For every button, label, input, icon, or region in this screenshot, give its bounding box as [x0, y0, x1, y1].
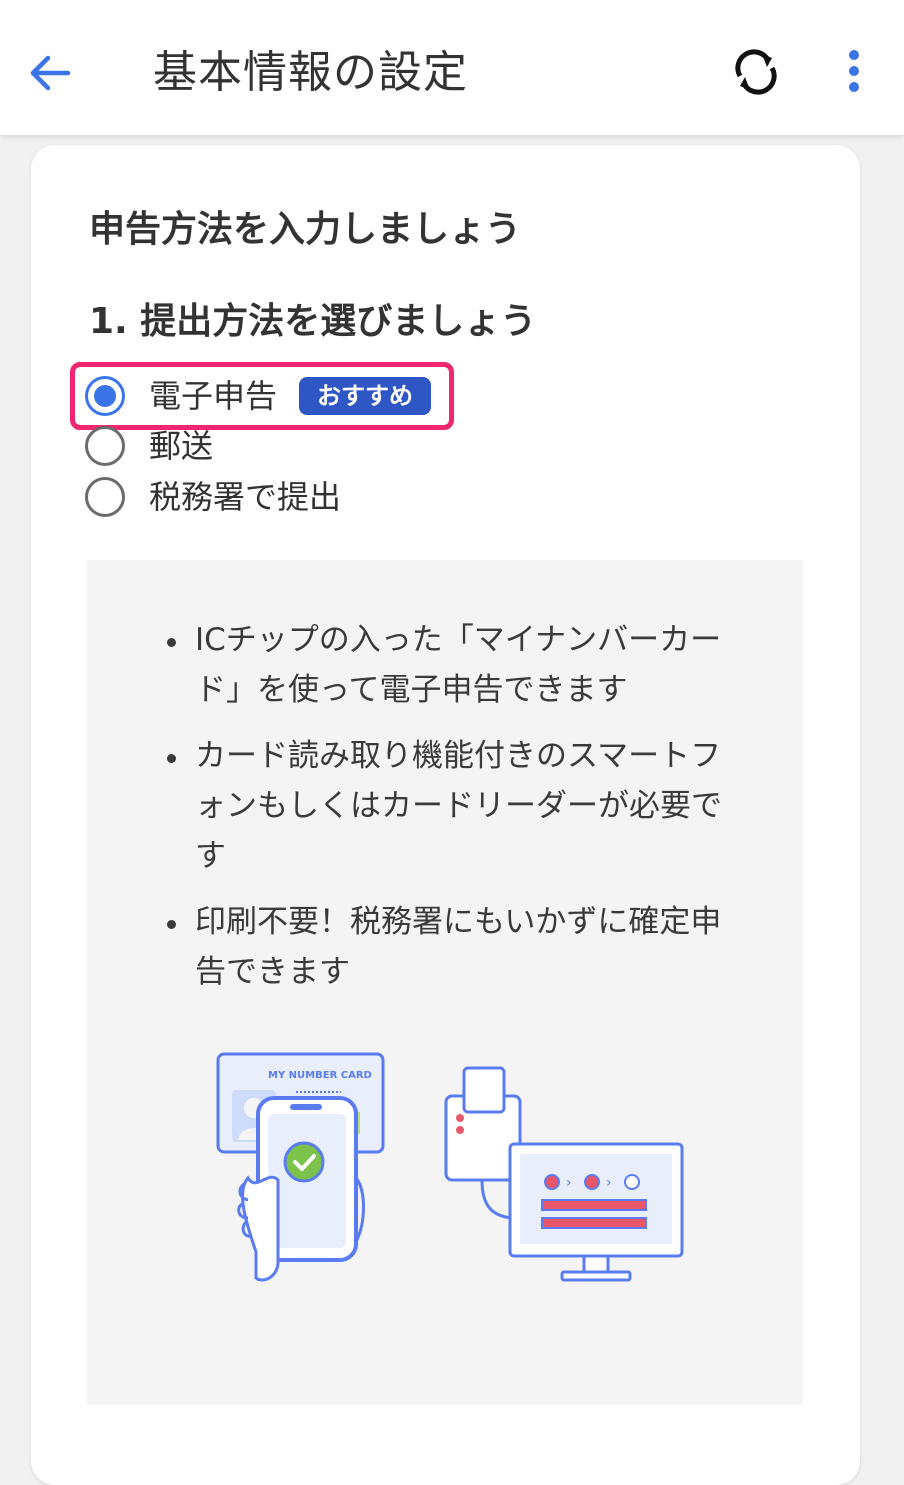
radio-button[interactable] — [85, 426, 125, 466]
info-panel: ICチップの入った「マイナンバーカード」を使って電子申告できます カード読み取り… — [87, 560, 803, 1405]
radio-option-mail[interactable]: 郵送 — [85, 423, 213, 469]
card-heading: 申告方法を入力しましょう — [89, 209, 522, 250]
radio-option-tax-office[interactable]: 税務署で提出 — [85, 474, 341, 520]
sync-icon — [735, 49, 777, 95]
info-bullet-list: ICチップの入った「マイナンバーカード」を使って電子申告できます カード読み取り… — [167, 615, 727, 1013]
filing-method-card: 申告方法を入力しましょう 1. 提出方法を選びましょう 電子申告 おすすめ 郵送… — [31, 145, 860, 1485]
list-item: 印刷不要！税務署にもいかずに確定申告できます — [167, 897, 727, 997]
radio-button[interactable] — [85, 477, 125, 517]
card-reader-pc-illustration: › › — [444, 1066, 684, 1282]
radio-label: 電子申告 — [149, 377, 278, 415]
radio-button-checked[interactable] — [85, 376, 125, 416]
list-item: カード読み取り機能付きのスマートフォンもしくはカードリーダーが必要です — [167, 731, 727, 881]
back-button[interactable] — [22, 45, 78, 101]
radio-label: 税務署で提出 — [149, 478, 342, 516]
arrow-left-icon — [30, 55, 71, 91]
radio-label: 郵送 — [149, 427, 214, 465]
svg-text:›: › — [566, 1175, 572, 1191]
app-bar: 基本情報の設定 — [0, 0, 904, 135]
recommended-badge: おすすめ — [299, 377, 432, 415]
more-vertical-icon — [849, 50, 859, 92]
card-text: MY NUMBER CARD — [268, 1070, 372, 1081]
step-heading: 1. 提出方法を選びましょう — [89, 301, 537, 342]
radio-option-e-filing[interactable]: 電子申告 おすすめ — [85, 373, 432, 419]
list-item: ICチップの入った「マイナンバーカード」を使って電子申告できます — [167, 615, 727, 715]
svg-text:›: › — [606, 1175, 612, 1191]
sync-button[interactable] — [726, 42, 786, 102]
more-options-button[interactable] — [836, 42, 872, 102]
page-title: 基本情報の設定 — [153, 47, 468, 98]
smartphone-mynumber-card-illustration: MY NUMBER CARD — [216, 1052, 385, 1282]
